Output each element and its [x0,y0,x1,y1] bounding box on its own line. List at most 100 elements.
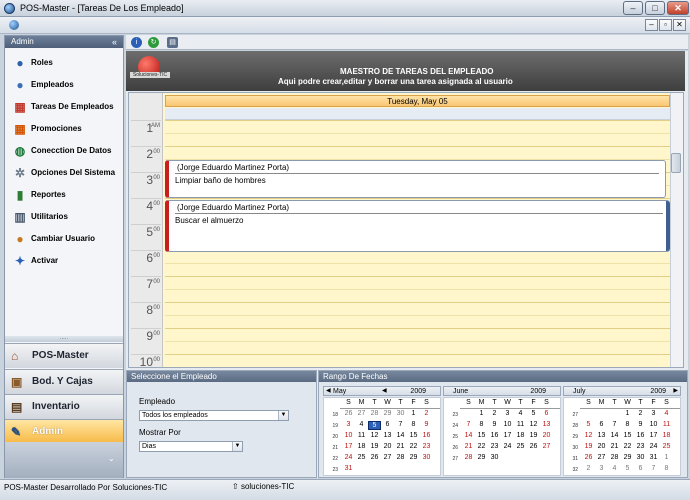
sidebar-item-opciones[interactable]: ✲ Opciones Del Sistema [9,163,121,183]
sidebar-item-conexion[interactable]: ◍ Conecction De Datos [9,141,121,161]
calendar-day[interactable]: 24 [342,454,355,461]
calendar-day[interactable]: 13 [381,432,394,439]
calendar-scrollbar[interactable] [670,93,683,367]
calendar-day[interactable]: 14 [462,432,475,439]
day-calendar[interactable]: 1 AM 2 00 3 00 4 00 5 00 6 00 7 00 8 00 9 00 10 00 Tuesday, … [128,92,684,368]
calendar-day[interactable]: 30 [420,454,433,461]
calendar-day[interactable]: 2 [488,410,501,417]
sidebar-item-reportes[interactable]: ▮ Reportes [9,185,121,205]
calendar-day[interactable]: 27 [355,410,368,417]
time-slot[interactable] [165,289,670,302]
calendar-day[interactable]: 3 [501,410,514,417]
calendar-day[interactable]: 17 [647,432,660,439]
calendar-day[interactable]: 16 [488,432,501,439]
sidebar-item-utilitarios[interactable]: ▥ Utilitarios [9,207,121,227]
calendar-day[interactable]: 11 [660,421,673,428]
calendar-day[interactable]: 4 [514,410,527,417]
calendar-day[interactable]: 29 [407,454,420,461]
calendar-day[interactable]: 30 [634,454,647,461]
time-slot[interactable] [165,120,670,133]
calendar-day[interactable]: 31 [342,465,355,472]
calendar-day[interactable]: 18 [355,443,368,450]
calendar-day[interactable]: 2 [634,410,647,417]
time-slot[interactable] [165,341,670,354]
calendar-day[interactable]: 17 [342,443,355,450]
sidebar-item-promociones[interactable]: ▦ Promociones [9,119,121,139]
chevron-down-icon[interactable]: ⌄ [108,454,115,463]
calendar-day[interactable]: 29 [621,454,634,461]
print-icon[interactable]: ▤ [167,37,178,48]
calendar-day[interactable]: 26 [582,454,595,461]
calendar-day[interactable]: 6 [381,421,394,428]
calendar-day[interactable]: 25 [660,443,673,450]
calendar-day[interactable]: 24 [501,443,514,450]
calendar-day[interactable]: 4 [660,410,673,417]
calendar-day[interactable]: 8 [660,465,673,472]
calendar-day[interactable]: 1 [407,410,420,417]
time-slot[interactable] [165,302,670,315]
calendar-day[interactable]: 12 [527,421,540,428]
calendar-day[interactable]: 28 [462,454,475,461]
appointment[interactable]: (Jorge Eduardo Martinez Porta) Limpiar b… [165,160,666,198]
month-calendar[interactable]: July 2009 ▶ S M T W T F S 27 28 29 30 31 32 1 2 3 4 5 6 7 8 9 10 1… [563,386,683,476]
calendar-day[interactable]: 21 [394,443,407,450]
maximize-button[interactable]: □ [645,1,665,15]
calendar-day[interactable]: 26 [527,443,540,450]
calendar-day[interactable]: 13 [540,421,553,428]
calendar-day[interactable]: 15 [475,432,488,439]
calendar-day[interactable]: 19 [527,432,540,439]
previous-year-icon[interactable]: ◀ [382,387,387,396]
group-pos-master-button[interactable]: ⌂ POS-Master [5,343,123,368]
calendar-day[interactable]: 27 [540,443,553,450]
calendar-day[interactable]: 16 [420,432,433,439]
calendar-day[interactable]: 23 [488,443,501,450]
info-icon[interactable]: i [131,37,142,48]
calendar-day[interactable]: 27 [595,454,608,461]
sidebar-item-activar[interactable]: ✦ Activar [9,251,121,271]
calendar-day[interactable]: 1 [660,454,673,461]
calendar-day[interactable]: 9 [634,421,647,428]
calendar-day[interactable]: 5 [621,465,634,472]
child-close-button[interactable]: ✕ [673,19,686,31]
calendar-day[interactable]: 4 [608,465,621,472]
scrollbar-thumb[interactable] [671,153,681,173]
calendar-day[interactable]: 28 [608,454,621,461]
group-admin-button[interactable]: ✎ Admin [5,419,123,444]
time-slot[interactable] [165,354,670,367]
sidebar-item-empleados[interactable]: ● Empleados [9,75,121,95]
sidebar-item-roles[interactable]: ● Roles [9,53,121,73]
sidebar-item-cambiar-usuario[interactable]: ● Cambiar Usuario [9,229,121,249]
time-slot[interactable] [165,146,670,159]
calendar-day[interactable]: 28 [368,410,381,417]
appointment[interactable]: (Jorge Eduardo Martinez Porta) Buscar el… [165,200,670,252]
calendar-day[interactable]: 30 [394,410,407,417]
child-window-icon[interactable] [9,20,19,30]
calendar-day[interactable]: 22 [407,443,420,450]
refresh-icon[interactable]: ↻ [148,37,159,48]
calendar-day[interactable]: 12 [582,432,595,439]
calendar-day[interactable]: 6 [540,410,553,417]
time-slot[interactable] [165,133,670,146]
calendar-day[interactable]: 25 [514,443,527,450]
time-slot[interactable] [165,315,670,328]
calendar-day[interactable]: 9 [420,421,433,428]
calendar-day[interactable]: 7 [394,421,407,428]
calendar-day[interactable]: 6 [634,465,647,472]
time-slot[interactable] [165,328,670,341]
group-bodegas-button[interactable]: ▣ Bod. Y Cajas [5,369,123,394]
calendar-day[interactable]: 19 [582,443,595,450]
calendar-day[interactable]: 20 [381,443,394,450]
chevron-down-icon[interactable]: ▼ [278,411,288,420]
chevron-down-icon[interactable]: ▼ [232,442,242,451]
calendar-day[interactable]: 31 [647,454,660,461]
calendar-day[interactable]: 10 [342,432,355,439]
calendar-day[interactable]: 15 [407,432,420,439]
calendar-day[interactable]: 21 [608,443,621,450]
calendar-day[interactable]: 10 [647,421,660,428]
sidebar-splitter[interactable]: ..... [5,335,123,342]
calendar-day[interactable]: 1 [475,410,488,417]
calendar-day[interactable]: 20 [595,443,608,450]
calendar-day[interactable]: 18 [514,432,527,439]
month-grid[interactable]: S M T W T F S 27 28 29 30 31 32 1 2 3 4 5 6 7 8 9 10 11 12 13 14 15… [563,397,681,476]
collapse-icon[interactable]: « [112,36,117,48]
